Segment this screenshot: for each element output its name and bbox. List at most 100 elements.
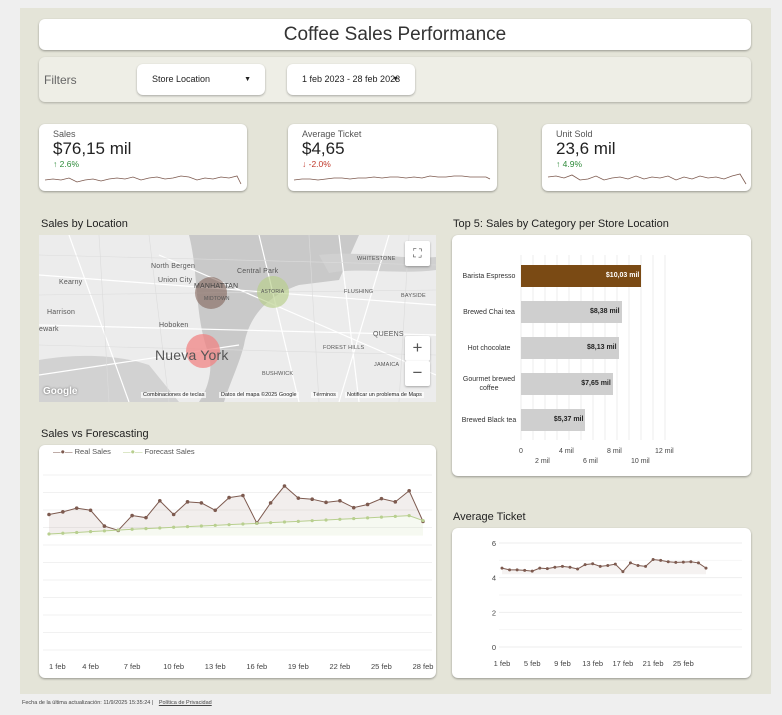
- manhattan-bubble[interactable]: [195, 277, 227, 309]
- forecast-sales-point: [338, 517, 342, 521]
- date-range-dropdown[interactable]: 1 feb 2023 - 28 feb 2023 ▼: [287, 64, 415, 95]
- avg-ticket-point: [523, 568, 527, 572]
- real-sales-point: [74, 506, 79, 510]
- x-tick-label: 22 feb: [329, 662, 350, 671]
- map-label: BUSHWICK: [262, 371, 294, 377]
- map-label: Central Park: [237, 268, 279, 275]
- kpi-card-sales[interactable]: Sales $76,15 mil ↑ 2.6%: [39, 124, 247, 191]
- kpi-value: $4,65: [302, 139, 345, 158]
- zoom-in-button[interactable]: +: [405, 336, 430, 361]
- x-tick-label: 12 mil: [655, 448, 674, 455]
- avg-ticket-point: [681, 560, 685, 564]
- avg-ticket-point: [613, 562, 617, 566]
- fullscreen-icon[interactable]: ⛶: [405, 241, 430, 266]
- avg-ticket-chart-title: Average Ticket: [453, 511, 526, 523]
- bar-value-label: $7,65 mil: [581, 380, 611, 387]
- forecast-sales-point: [393, 514, 397, 518]
- forecast-sales-point: [158, 526, 162, 530]
- sales-by-location-map[interactable]: North Bergen Union City Central Park MAN…: [39, 235, 436, 402]
- bar-value-label: $8,38 mil: [589, 308, 620, 315]
- map-label: FLUSHING: [344, 289, 374, 295]
- map-label: Union City: [158, 277, 193, 284]
- avg-ticket-point: [704, 566, 708, 570]
- forecast-sales-point: [116, 528, 120, 532]
- avg-ticket-point: [553, 565, 557, 569]
- privacy-policy-link[interactable]: Política de Privacidad: [159, 700, 212, 706]
- x-tick-label: 9 feb: [554, 659, 571, 668]
- avg-ticket-point: [606, 564, 610, 568]
- forecast-plot: 1 feb 4 feb 7 feb 10 feb 13 feb 16 feb 19 feb 2…: [43, 474, 434, 671]
- forecast-sales-point: [421, 518, 425, 523]
- forecast-sales-point: [269, 521, 273, 525]
- real-sales-point: [393, 500, 398, 504]
- bar-value-label: $5,37 mil: [553, 416, 584, 423]
- kpi-card-average-ticket[interactable]: Average Ticket $4,65 ↓ -2.0%: [288, 124, 497, 191]
- store-location-dropdown[interactable]: Store Location ▼: [137, 64, 265, 95]
- avg-ticket-point: [659, 558, 663, 562]
- page-title: Coffee Sales Performance: [283, 24, 507, 45]
- map-label: BAYSIDE: [401, 293, 426, 299]
- report-problem-link[interactable]: Notificar un problema de Maps: [345, 392, 424, 398]
- forecast-sales-point: [365, 516, 370, 520]
- avg-ticket-point: [530, 569, 534, 573]
- y-tick-label: 6: [492, 539, 496, 548]
- map-label: JAMAICA: [374, 362, 400, 368]
- forecast-sales-point: [227, 523, 231, 527]
- real-sales-point: [88, 508, 93, 513]
- real-sales-point: [102, 524, 107, 528]
- avg-ticket-point: [538, 566, 542, 570]
- map-label: ewark: [39, 326, 59, 333]
- map-title: Sales by Location: [41, 218, 128, 230]
- x-tick-label: 10 feb: [163, 662, 184, 671]
- avg-ticket-plot: 6 4 2 0 1 feb 5 feb 9 feb 13 feb 17 feb 21 feb 25 …: [492, 539, 742, 668]
- real-sales-point: [351, 505, 356, 510]
- real-sales-point: [241, 493, 245, 498]
- category-chart-title: Top 5: Sales by Category per Store Locat…: [453, 218, 669, 230]
- avg-ticket-point: [644, 564, 648, 568]
- x-tick-label: 13 feb: [582, 659, 603, 668]
- real-sales-point: [324, 500, 328, 505]
- x-tick-label: 5 feb: [524, 659, 541, 668]
- forecast-sales-point: [47, 532, 51, 536]
- kpi-label: Sales: [53, 129, 76, 139]
- real-sales-point: [365, 502, 370, 507]
- forecast-sales-point: [296, 519, 300, 523]
- kpi-label: Average Ticket: [302, 129, 362, 139]
- avg-ticket-point: [636, 564, 640, 568]
- x-tick-label: 17 feb: [612, 659, 633, 668]
- real-sales-point: [199, 501, 204, 505]
- real-sales-point: [144, 515, 148, 520]
- y-tick-label: 0: [492, 643, 496, 652]
- bar-value-label: $8,13 mil: [586, 344, 617, 351]
- map-label: Harrison: [47, 309, 76, 316]
- x-tick-label: 4 feb: [82, 662, 99, 671]
- sales-sparkline: [44, 175, 242, 185]
- bar-value-label: $10,03 mil: [605, 272, 640, 279]
- kpi-value: 23,6 mil: [556, 139, 616, 158]
- forecast-sales-point: [75, 530, 79, 535]
- avg-ticket-point: [515, 568, 519, 572]
- keyboard-shortcuts-link[interactable]: Combinaciones de teclas: [141, 392, 207, 398]
- store-location-label: Store Location: [152, 74, 211, 84]
- terms-link[interactable]: Términos: [311, 392, 338, 398]
- avg-ticket-point: [545, 567, 549, 571]
- kpi-value: $76,15 mil: [53, 139, 132, 158]
- filters-label: Filters: [44, 73, 77, 87]
- avg-ticket-point: [651, 557, 655, 561]
- x-tick-label: 28 feb: [413, 662, 434, 671]
- filter-bar: Filters Store Location ▼ 1 feb 2023 - 28…: [39, 57, 751, 102]
- kpi-card-unit-sold[interactable]: Unit Sold 23,6 mil ↑ 4.9%: [542, 124, 751, 191]
- chevron-down-icon: ▼: [244, 76, 251, 83]
- forecast-line-chart: —●— Real Sales —●— Forecast Sales 1 feb 4…: [39, 445, 436, 678]
- avg-ticket-point: [689, 560, 693, 564]
- forecast-sales-point: [255, 521, 259, 525]
- avg-ticket-point: [500, 566, 504, 570]
- x-tick-label: 7 feb: [124, 662, 141, 671]
- zoom-out-button[interactable]: −: [405, 361, 430, 386]
- x-tick-label: 19 feb: [288, 662, 309, 671]
- avg-ticket-point: [508, 568, 512, 572]
- avg-ticket-point: [576, 567, 580, 571]
- real-sales-point: [227, 495, 231, 500]
- forecast-sales-point: [130, 527, 134, 531]
- real-sales-point: [296, 496, 301, 500]
